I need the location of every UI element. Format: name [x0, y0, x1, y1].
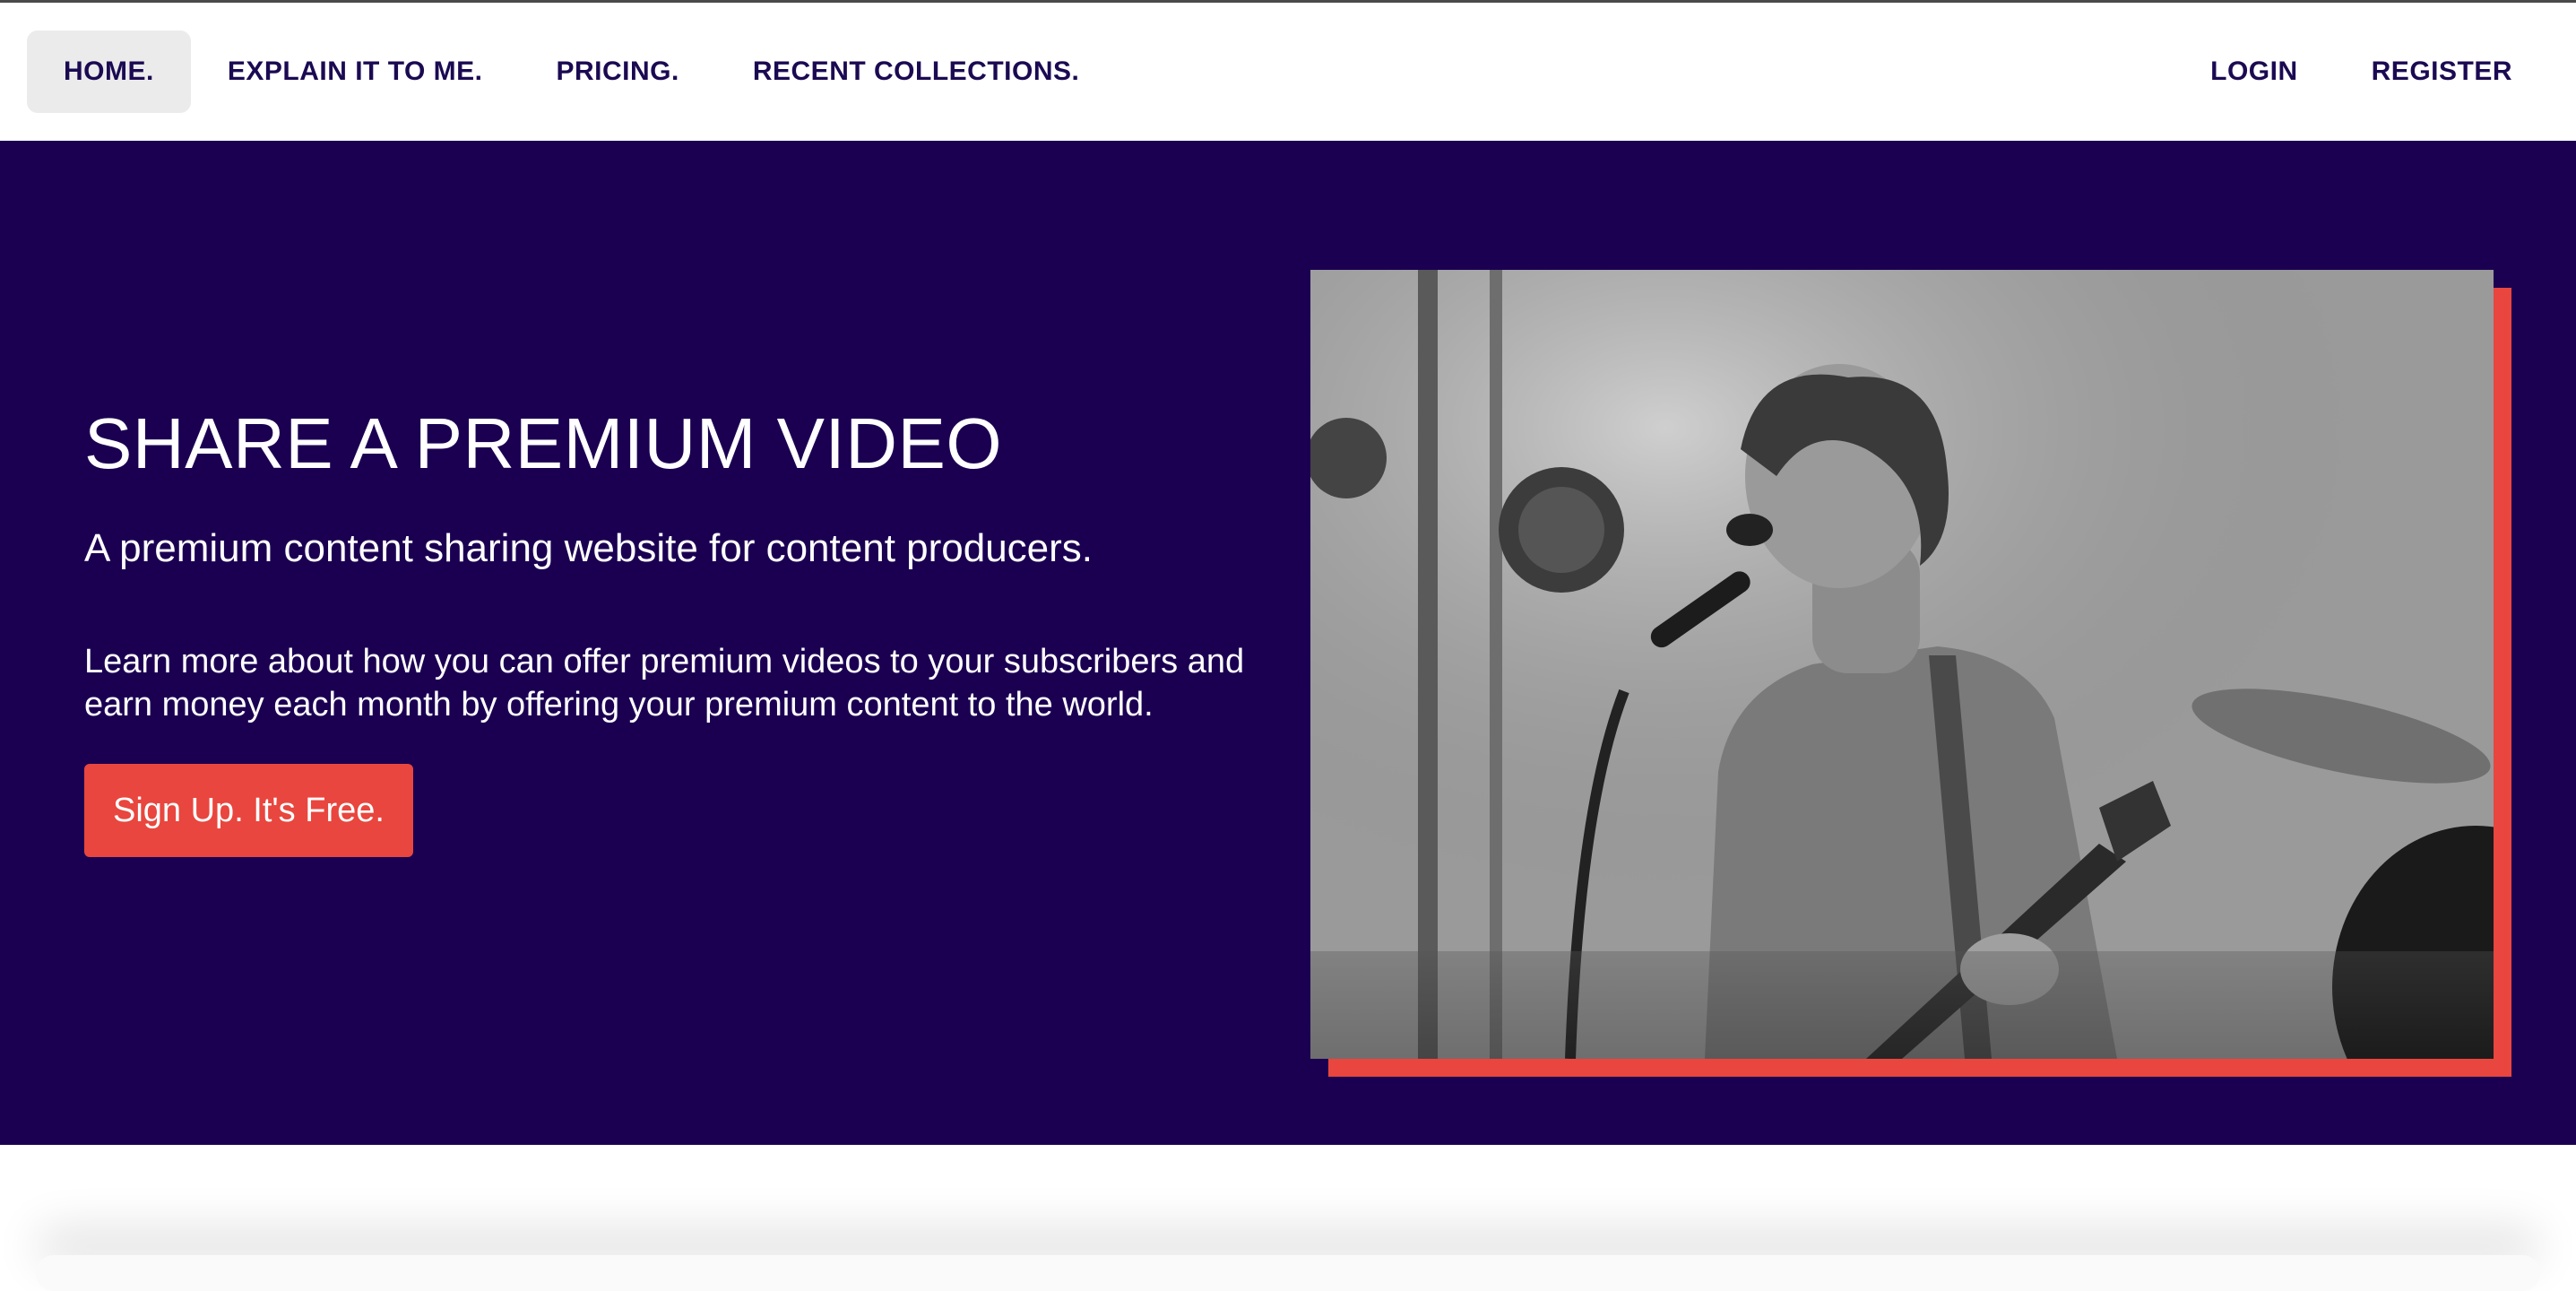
login-link[interactable]: LOGIN	[2174, 30, 2335, 113]
signup-button[interactable]: Sign Up. It's Free.	[84, 764, 413, 858]
singer-with-guitar-photo-icon	[1310, 270, 2494, 1059]
primary-nav: HOME. EXPLAIN IT TO ME. PRICING. RECENT …	[27, 30, 1116, 113]
hero-title: SHARE A PREMIUM VIDEO	[84, 403, 1003, 483]
nav-item-recent-collections[interactable]: RECENT COLLECTIONS.	[716, 30, 1117, 113]
hero-text-block: SHARE A PREMIUM VIDEO A premium content …	[84, 401, 1276, 858]
hero-image	[1310, 270, 2494, 1059]
hero-description: Learn more about how you can offer premi…	[84, 643, 1245, 724]
hero-subtitle: A premium content sharing website for co…	[84, 526, 1094, 570]
nav-item-home[interactable]: HOME.	[27, 30, 191, 113]
account-nav: LOGIN REGISTER	[2174, 30, 2549, 113]
nav-item-pricing[interactable]: PRICING.	[519, 30, 715, 113]
top-navbar: HOME. EXPLAIN IT TO ME. PRICING. RECENT …	[0, 3, 2576, 141]
content-card-edge	[36, 1255, 2540, 1291]
nav-item-explain[interactable]: EXPLAIN IT TO ME.	[191, 30, 520, 113]
hero-section: SHARE A PREMIUM VIDEO A premium content …	[0, 141, 2576, 1145]
register-link[interactable]: REGISTER	[2335, 30, 2549, 113]
